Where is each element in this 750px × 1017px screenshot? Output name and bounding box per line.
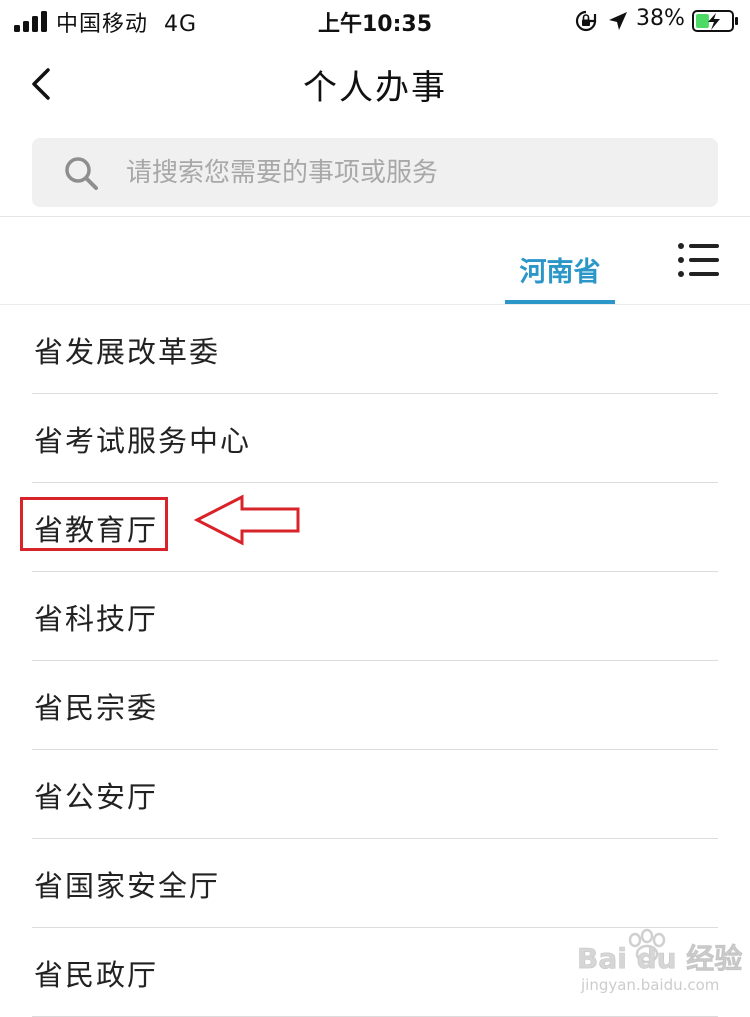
list-item-label: 省民宗委 <box>34 691 159 725</box>
list-menu-icon[interactable] <box>676 240 720 280</box>
list-item-label: 省考试服务中心 <box>34 424 252 458</box>
list-item-label: 省科技厅 <box>34 602 159 636</box>
list-item[interactable]: 省民宗委 <box>32 661 718 750</box>
list-item[interactable]: 省考试服务中心 <box>32 394 718 483</box>
battery-charging-icon <box>692 10 738 32</box>
list-item[interactable]: 省发展改革委 <box>32 305 718 394</box>
rotation-lock-icon <box>575 10 597 32</box>
list-item[interactable]: 省科技厅 <box>32 572 718 661</box>
location-arrow-icon <box>609 12 627 30</box>
header-divider <box>0 216 750 217</box>
baidu-jingyan-watermark: Bai du 经验 jingyan.baidu.com <box>573 926 743 996</box>
list-item-label: 省公安厅 <box>34 780 159 814</box>
list-item[interactable]: 省国家安全厅 <box>32 839 718 928</box>
list-item[interactable]: 省公安厅 <box>32 750 718 839</box>
paw-logo-icon: Bai du 经验 jingyan.baidu.com <box>577 928 743 994</box>
page-title: 个人办事 <box>303 68 447 108</box>
annotation-arrow-icon <box>194 494 300 546</box>
search-icon <box>65 157 98 190</box>
status-bar: 中国移动 4G 上午10:35 38% <box>0 0 750 44</box>
tab-henan[interactable]: 河南省 <box>505 220 615 306</box>
watermark-brand: Bai du 经验 <box>577 942 742 975</box>
search-bar[interactable] <box>32 138 718 207</box>
watermark-url: jingyan.baidu.com <box>580 976 719 994</box>
department-list: 省发展改革委 省考试服务中心 省教育厅 省科技厅 省民宗委 省公安厅 省国家安全… <box>32 305 718 1017</box>
search-input[interactable] <box>124 152 688 194</box>
list-item-label: 省民政厅 <box>34 958 159 992</box>
list-item-label: 省国家安全厅 <box>34 869 221 903</box>
tab-label: 河南省 <box>519 257 601 288</box>
battery-percent: 38% <box>636 6 685 31</box>
highlight-box <box>20 497 168 551</box>
list-item-label: 省发展改革委 <box>34 335 221 369</box>
